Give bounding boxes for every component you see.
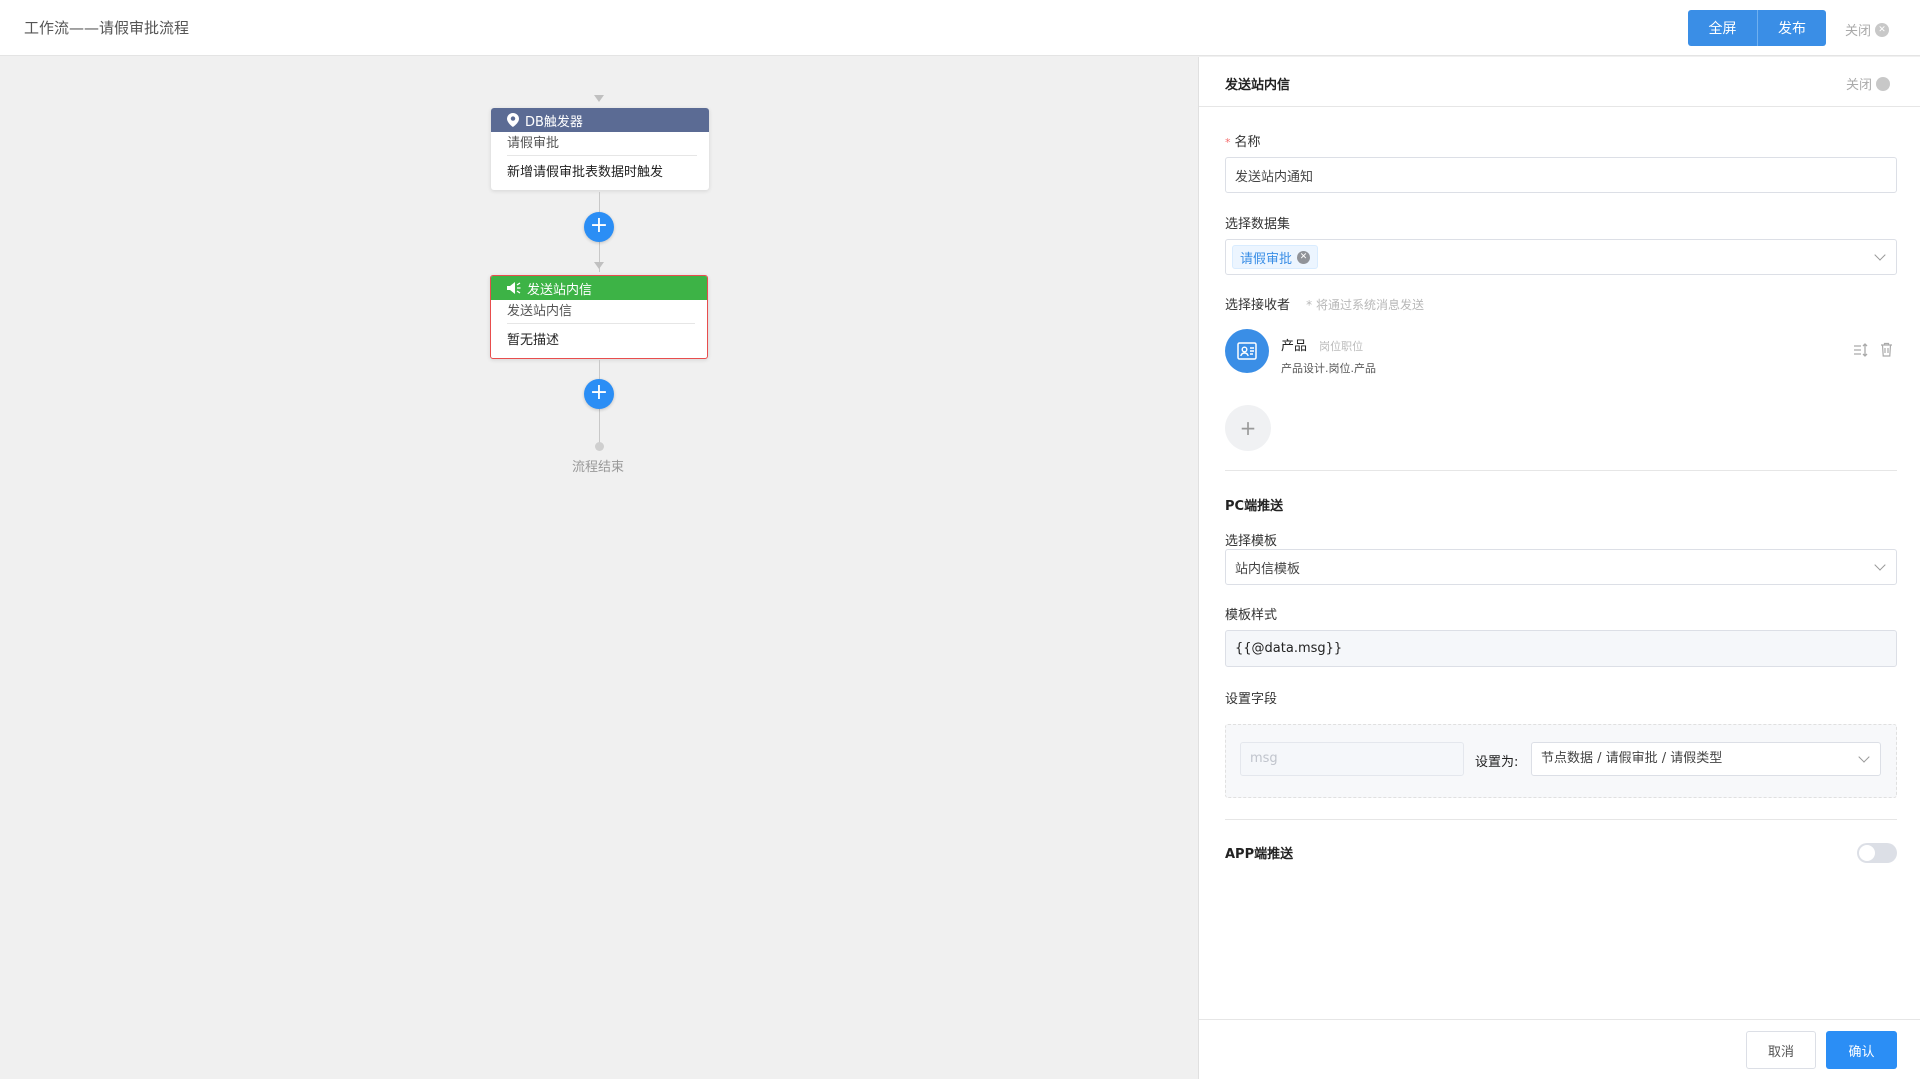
header-close-label: 关闭 [1845,24,1872,39]
node-description: 新增请假审批表数据时触发 [507,165,664,180]
panel-footer: 取消 确认 [1199,1019,1920,1079]
receiver-label: 选择接收者 * 将通过系统消息发送 [1225,298,1424,313]
trash-icon[interactable] [1880,342,1893,361]
flow-node-send-message[interactable]: 发送站内信 发送站内信 暂无描述 [490,275,708,359]
field-mapping-row: msg 设置为: 节点数据 / 请假审批 / 请假类型 [1225,724,1897,798]
close-icon [1876,76,1891,91]
node-header: DB触发器 [491,108,709,132]
node-subtitle: 请假审批 [507,132,697,156]
panel-close-button[interactable]: 关闭 [1846,74,1891,93]
connector-arrow [594,262,604,269]
divider [1225,819,1897,820]
name-input[interactable]: 发送站内通知 [1225,157,1897,193]
tag-remove-icon[interactable]: ✕ [1297,250,1311,264]
template-select[interactable]: 站内信模板 [1225,549,1897,585]
dataset-tag: 请假审批 ✕ [1232,245,1319,269]
start-arrow [594,95,604,102]
node-description: 暂无描述 [507,333,560,348]
divider [1225,470,1897,471]
node-config-panel: 发送站内信 关闭 * 名称 发送站内通知 选择数据集 请假审批 ✕ 选择接收者 *… [1198,57,1920,1079]
field-name-input[interactable]: msg [1240,742,1464,776]
required-mark: * [1225,136,1231,149]
app-push-section-title: APP端推送 [1225,847,1294,862]
template-style-input[interactable]: {{@data.msg}} [1225,630,1897,667]
cancel-button[interactable]: 取消 [1746,1031,1816,1069]
add-node-button[interactable]: + [584,379,614,409]
dataset-label: 选择数据集 [1225,217,1291,232]
field-source-value: 节点数据 / 请假审批 / 请假类型 [1541,751,1723,766]
id-card-icon [1237,342,1257,360]
receiver-type: 岗位职位 [1319,340,1364,353]
flow-canvas: DB触发器 请假审批 新增请假审批表数据时触发 + 发送站内信 发送站内信 暂无… [0,57,1198,1079]
chevron-down-icon [1874,559,1886,571]
publish-button[interactable]: 发布 [1757,10,1826,46]
flow-end-label: 流程结束 [572,460,625,475]
pc-push-section-title: PC端推送 [1225,499,1284,514]
location-pin-icon [507,113,519,127]
app-push-toggle[interactable] [1857,843,1897,863]
chevron-down-icon [1874,249,1886,261]
set-as-label: 设置为: [1475,755,1519,770]
flow-node-db-trigger[interactable]: DB触发器 请假审批 新增请假审批表数据时触发 [491,108,709,190]
end-dot [595,442,604,451]
node-type-label: 发送站内信 [527,282,593,298]
receiver-name: 产品 [1281,339,1308,354]
top-bar: 工作流——请假审批流程 全屏 发布 关闭 ✕ [0,0,1920,56]
template-label: 选择模板 [1225,534,1278,549]
page-title: 工作流——请假审批流程 [24,19,190,37]
panel-header: 发送站内信 关闭 [1199,57,1920,107]
field-source-select[interactable]: 节点数据 / 请假审批 / 请假类型 [1531,742,1881,776]
toggle-knob [1859,845,1875,861]
dataset-select[interactable]: 请假审批 ✕ [1225,239,1897,275]
node-type-label: DB触发器 [525,114,583,130]
receiver-hint: * 将通过系统消息发送 [1306,298,1424,312]
panel-close-label: 关闭 [1846,78,1873,93]
megaphone-icon [507,282,521,294]
receiver-avatar [1225,329,1269,373]
receiver-item[interactable]: 产品 岗位职位 产品设计.岗位.产品 [1281,335,1376,376]
header-close-button[interactable]: 关闭 ✕ [1845,20,1890,39]
header-button-group: 全屏 发布 [1688,10,1826,46]
receiver-detail: 产品设计.岗位.产品 [1281,362,1376,375]
add-node-button[interactable]: + [584,212,614,242]
node-subtitle: 发送站内信 [507,300,695,324]
confirm-button[interactable]: 确认 [1826,1031,1897,1069]
template-style-label: 模板样式 [1225,608,1278,623]
panel-title: 发送站内信 [1225,78,1291,93]
fullscreen-button[interactable]: 全屏 [1688,10,1757,46]
name-label: * 名称 [1225,135,1261,150]
set-fields-label: 设置字段 [1225,692,1278,707]
node-header: 发送站内信 [491,276,707,300]
sort-icon[interactable] [1853,343,1869,361]
dataset-tag-label: 请假审批 [1240,251,1293,267]
add-receiver-button[interactable]: + [1225,405,1271,451]
template-select-value: 站内信模板 [1235,561,1301,577]
close-icon: ✕ [1875,22,1890,37]
chevron-down-icon [1858,751,1870,763]
